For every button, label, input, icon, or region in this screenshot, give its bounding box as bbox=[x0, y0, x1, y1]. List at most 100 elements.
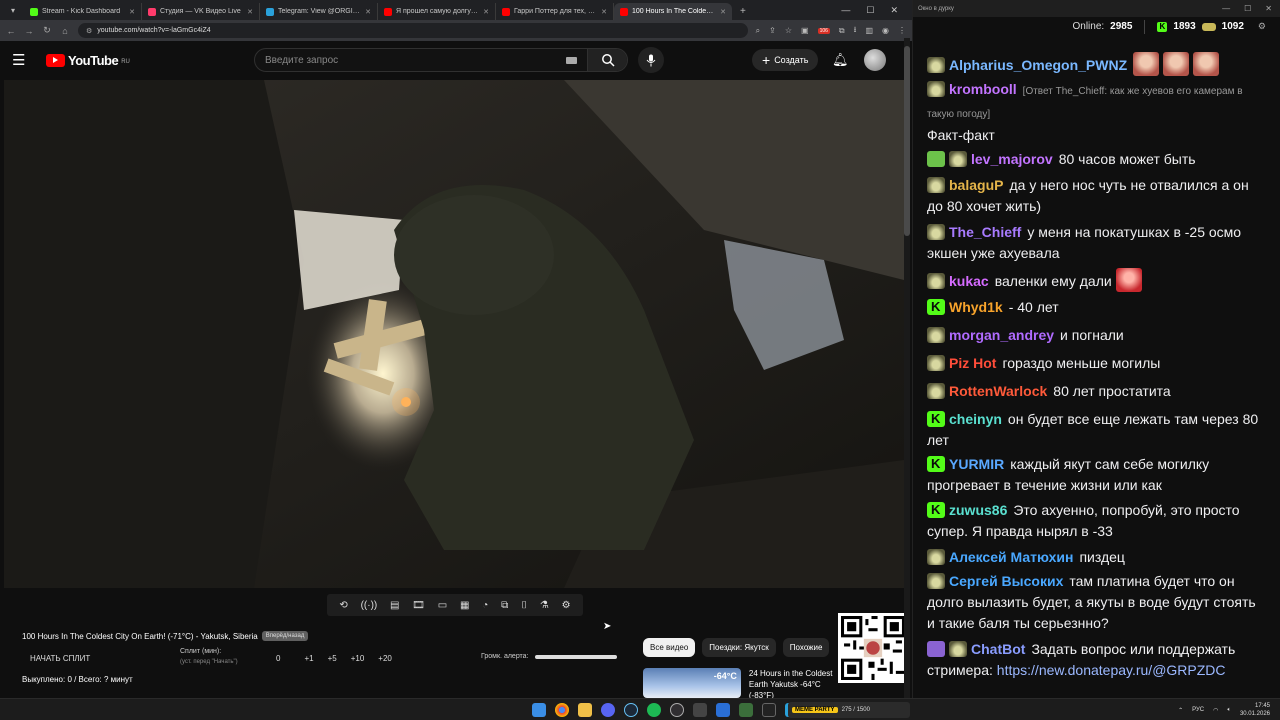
maximize-icon[interactable]: ☐ bbox=[866, 5, 874, 16]
forward-icon[interactable]: → bbox=[24, 26, 34, 36]
url-field[interactable]: ⚙ youtube.com/watch?v=-laGmGc4iZ4 bbox=[78, 23, 748, 38]
alert-volume-slider[interactable] bbox=[534, 654, 617, 659]
chat-username[interactable]: Whyd1k bbox=[949, 299, 1003, 315]
chat-scrollbar[interactable] bbox=[904, 38, 910, 698]
chip-all-videos[interactable]: Все видео bbox=[643, 638, 696, 657]
chat-username[interactable]: lev_majorov bbox=[971, 151, 1053, 167]
chat-username[interactable]: krombooll bbox=[949, 81, 1017, 97]
screenshot-camera-icon[interactable]: ⌷ bbox=[521, 600, 527, 611]
video-player[interactable] bbox=[4, 80, 904, 588]
split-add-5[interactable]: +5 bbox=[328, 654, 337, 663]
split-value-0[interactable]: 0 bbox=[276, 654, 280, 663]
donate-link[interactable]: https://new.donatepay.ru/@GRPZDC bbox=[997, 662, 1226, 678]
chat-username[interactable]: balaguP bbox=[949, 177, 1003, 193]
puzzle-icon[interactable]: ⧉ bbox=[839, 26, 845, 36]
back-icon[interactable]: ← bbox=[6, 26, 16, 36]
chat-username[interactable]: zuwus86 bbox=[949, 502, 1007, 518]
tab-close-icon[interactable]: ✕ bbox=[129, 8, 135, 16]
chat-username[interactable]: ChatBot bbox=[971, 641, 1025, 657]
share-icon[interactable]: ⇪ bbox=[769, 26, 776, 35]
youtube-logo[interactable]: YouTube RU bbox=[46, 53, 130, 68]
browser-tab[interactable]: Студия — VK Видео Live ✕ bbox=[142, 3, 260, 20]
chat-username[interactable]: cheinyn bbox=[949, 411, 1002, 427]
new-tab-icon[interactable]: + bbox=[732, 6, 754, 20]
tab-close-icon[interactable]: ✕ bbox=[483, 8, 489, 16]
tab-close-icon[interactable]: ✕ bbox=[365, 8, 371, 16]
split-add-10[interactable]: +10 bbox=[351, 654, 365, 663]
chat-username[interactable]: morgan_andrey bbox=[949, 327, 1054, 343]
settings-gear-icon[interactable]: ⚙ bbox=[562, 600, 571, 611]
chat-username[interactable]: RottenWarlock bbox=[949, 383, 1047, 399]
chat-username[interactable]: Алексей Матюхин bbox=[949, 549, 1073, 565]
windows-start-icon[interactable] bbox=[532, 703, 546, 717]
chat-username[interactable]: YURMIR bbox=[949, 456, 1004, 472]
minimize-icon[interactable]: — bbox=[841, 5, 850, 16]
chip-similar[interactable]: Похожие bbox=[782, 638, 830, 657]
scrollbar-thumb[interactable] bbox=[904, 46, 910, 236]
discord-icon[interactable] bbox=[601, 703, 615, 717]
broadcast-icon[interactable]: ((·)) bbox=[361, 600, 378, 611]
split-add-1[interactable]: +1 bbox=[304, 654, 313, 663]
extension-icon[interactable]: ▣ bbox=[801, 26, 809, 35]
browser-tab[interactable]: Гарри Поттер для тех, кто выр✕ bbox=[496, 3, 614, 20]
chat-minimize-icon[interactable]: — bbox=[1222, 4, 1230, 13]
picture-in-picture-icon[interactable]: ▭ bbox=[438, 600, 447, 611]
terminal-icon[interactable] bbox=[762, 703, 776, 717]
notifications-bell-icon[interactable]: 🔔︎ bbox=[832, 52, 849, 68]
menu-icon[interactable]: ☰ bbox=[12, 51, 40, 69]
spotify-icon[interactable] bbox=[647, 703, 661, 717]
speed-gauge-icon[interactable]: ◔ bbox=[482, 600, 488, 611]
home-icon[interactable]: ⌂ bbox=[60, 26, 70, 36]
create-button[interactable]: + Создать bbox=[752, 49, 819, 71]
tab-close-icon[interactable]: ✕ bbox=[720, 8, 726, 16]
chat-username[interactable]: Piz Hot bbox=[949, 355, 996, 371]
app-icon[interactable] bbox=[693, 703, 707, 717]
menu-dots-icon[interactable]: ⋮ bbox=[898, 26, 906, 35]
close-icon[interactable]: ✕ bbox=[890, 5, 898, 16]
search-input[interactable] bbox=[255, 54, 566, 66]
chat-username[interactable]: Alpharius_Omegon_PWNZ bbox=[949, 57, 1127, 73]
chat-close-icon[interactable]: ✕ bbox=[1265, 4, 1272, 13]
tray-chevron-icon[interactable]: ⌃ bbox=[1178, 707, 1183, 714]
wifi-icon[interactable]: ◠ bbox=[1213, 707, 1218, 714]
browser-tab[interactable]: 100 Hours In The Coldest C ✕ bbox=[614, 3, 732, 20]
seek-chip[interactable]: Вперёд/назад bbox=[261, 631, 309, 641]
theater-icon[interactable]: ▦ bbox=[460, 600, 469, 611]
film-icon[interactable]: 🎞︎ bbox=[412, 600, 425, 611]
voice-search-button[interactable] bbox=[638, 47, 664, 73]
bookmark-star-icon[interactable]: ☆ bbox=[785, 26, 792, 35]
browser-tab[interactable]: Stream - Kick Dashboard ✕ bbox=[24, 3, 142, 20]
zoom-icon[interactable]: ⌕ bbox=[756, 26, 760, 36]
extension-badge[interactable]: 106 bbox=[817, 27, 830, 34]
clock[interactable]: 17:45 30.01.2026 bbox=[1240, 702, 1270, 718]
chat-maximize-icon[interactable]: ☐ bbox=[1244, 4, 1251, 13]
flask-icon[interactable]: ⚗ bbox=[540, 600, 549, 611]
avatar[interactable] bbox=[864, 49, 886, 71]
search-button[interactable] bbox=[587, 49, 627, 71]
split-add-20[interactable]: +20 bbox=[378, 654, 392, 663]
recommended-video[interactable]: -64°C 24 Hours in the Coldest Earth Yaku… bbox=[643, 668, 843, 698]
browser-tab[interactable]: Telegram: View @ORGINALDA ✕ bbox=[260, 3, 378, 20]
tool-icon[interactable] bbox=[739, 703, 753, 717]
obs-icon[interactable] bbox=[670, 703, 684, 717]
settings-icon[interactable]: ⚙ bbox=[1258, 21, 1266, 32]
site-info-icon[interactable]: ⚙ bbox=[86, 27, 92, 35]
download-icon[interactable]: ⭳ bbox=[854, 24, 857, 38]
chat-username[interactable]: The_Chieff bbox=[949, 224, 1021, 240]
recommended-title[interactable]: 24 Hours in the Coldest Earth Yakutsk -6… bbox=[749, 668, 843, 698]
watch-later-icon[interactable]: ▤ bbox=[390, 600, 399, 611]
keyboard-icon[interactable] bbox=[566, 56, 577, 64]
start-split-button[interactable]: НАЧАТЬ СПЛИТ bbox=[30, 654, 90, 663]
browser-tab[interactable]: Я прошел самую долгую вой ✕ bbox=[378, 3, 496, 20]
recommended-thumbnail[interactable]: -64°C bbox=[643, 668, 741, 698]
reload-icon[interactable]: ↻ bbox=[42, 25, 52, 36]
tab-close-icon[interactable]: ✕ bbox=[247, 8, 253, 16]
tab-close-icon[interactable]: ✕ bbox=[601, 8, 607, 16]
media-icon[interactable] bbox=[716, 703, 730, 717]
explorer-icon[interactable] bbox=[578, 703, 592, 717]
sidepanel-icon[interactable]: ▥ bbox=[865, 26, 873, 35]
steam-icon[interactable] bbox=[624, 703, 638, 717]
loop-icon[interactable]: ⟲ bbox=[339, 600, 347, 611]
chip-yakutsk[interactable]: Поездки: Якутск bbox=[702, 638, 776, 657]
language-indicator[interactable]: РУС bbox=[1192, 707, 1204, 713]
